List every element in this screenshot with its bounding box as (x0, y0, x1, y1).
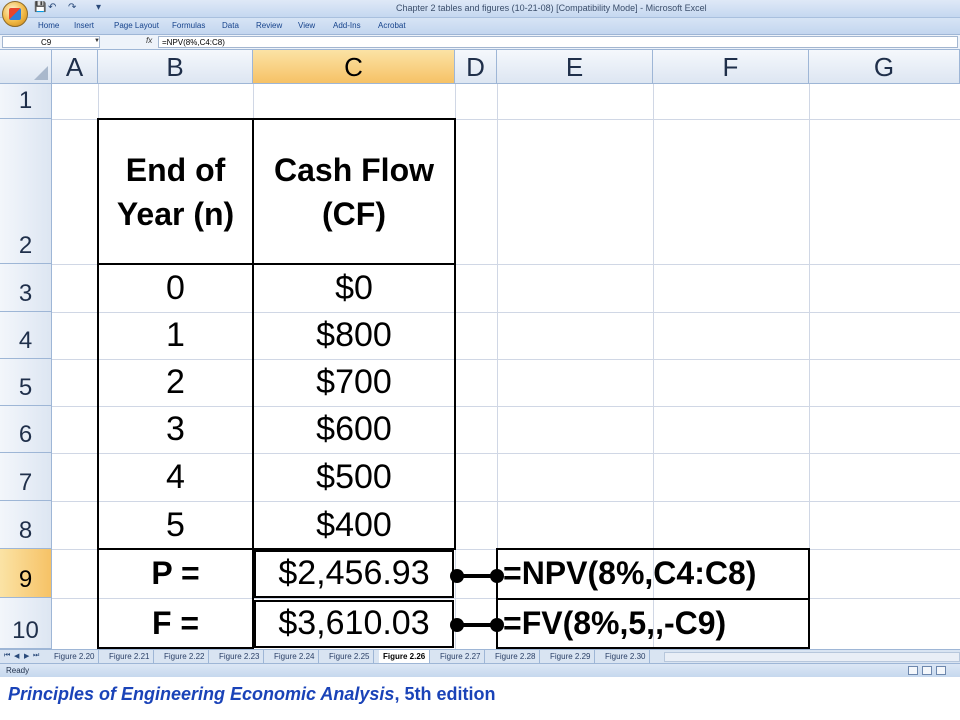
sheet-tab[interactable]: Figure 2.28 (491, 650, 541, 663)
cash-flow-cell[interactable]: $0 (253, 264, 455, 312)
row-header-1[interactable]: 1 (0, 84, 52, 119)
row-header-7[interactable]: 7 (0, 453, 52, 501)
office-button[interactable] (2, 1, 28, 27)
header-cf-line1: Cash Flow (273, 151, 434, 188)
row-header-4[interactable]: 4 (0, 312, 52, 359)
window-title: Chapter 2 tables and figures (10-21-08) … (396, 3, 707, 13)
row-header-5[interactable]: 5 (0, 359, 52, 406)
year-cell[interactable]: 0 (98, 264, 253, 312)
cash-flow-cell[interactable]: $500 (253, 453, 455, 501)
tab-acrobat[interactable]: Acrobat (378, 21, 406, 30)
tab-home[interactable]: Home (38, 21, 59, 30)
office-logo-icon (9, 8, 21, 20)
tab-review[interactable]: Review (256, 21, 282, 30)
year-cell[interactable]: 2 (98, 359, 253, 406)
sheet-tab[interactable]: Figure 2.22 (160, 650, 210, 663)
tab-page-layout[interactable]: Page Layout (114, 21, 159, 30)
undo-icon[interactable]: ↶ (48, 2, 56, 13)
worksheet-grid[interactable]: A B C D E F G 1 2 3 4 5 6 7 8 9 10 End o… (0, 50, 960, 649)
status-bar: Ready (0, 663, 960, 677)
column-header-g[interactable]: G (809, 50, 960, 84)
year-cell[interactable]: 5 (98, 501, 253, 549)
f-label: F = (151, 605, 200, 641)
last-sheet-icon[interactable]: ⏭ (33, 652, 39, 660)
page-break-view-icon[interactable] (936, 666, 946, 675)
tab-insert[interactable]: Insert (74, 21, 94, 30)
cash-flow-cell[interactable]: $400 (253, 501, 455, 549)
tab-add-ins[interactable]: Add-Ins (333, 21, 361, 30)
cash-flow-cell[interactable]: $800 (253, 312, 455, 359)
header-year-line1: End of (125, 151, 226, 188)
sheet-tab[interactable]: Figure 2.21 (105, 650, 155, 663)
sheet-tab[interactable]: Figure 2.20 (50, 650, 100, 663)
cash-flow-cell[interactable]: $700 (253, 359, 455, 406)
chevron-down-icon[interactable]: ▼ (94, 38, 100, 44)
connector-dot (490, 569, 504, 583)
row-header-6[interactable]: 6 (0, 406, 52, 453)
row-header-9[interactable]: 9 (0, 549, 52, 598)
select-all-button[interactable] (0, 50, 52, 84)
row-header-10[interactable]: 10 (0, 598, 52, 649)
insert-function-icon[interactable]: fx (146, 36, 152, 45)
formula-input[interactable]: =NPV(8%,C4:C8) (158, 36, 958, 48)
sheet-tab[interactable]: Figure 2.30 (601, 650, 651, 663)
horizontal-scrollbar[interactable] (664, 652, 960, 662)
year-cell[interactable]: 3 (98, 406, 253, 453)
tab-view[interactable]: View (298, 21, 315, 30)
column-header-d[interactable]: D (455, 50, 497, 84)
connector-dot (490, 618, 504, 632)
sheet-tab[interactable]: Figure 2.23 (215, 650, 265, 663)
row-header-3[interactable]: 3 (0, 264, 52, 312)
column-header-c[interactable]: C (253, 50, 455, 84)
normal-view-icon[interactable] (908, 666, 918, 675)
next-sheet-icon[interactable]: ▶ (24, 652, 29, 660)
title-bar: 💾 ↶ ↷ ▾ Chapter 2 tables and figures (10… (0, 0, 960, 27)
edition-text: , 5th edition (394, 684, 496, 704)
p-label: P = (151, 555, 200, 591)
row-header-2[interactable]: 2 (0, 119, 52, 264)
ribbon-tabs: Home Insert Page Layout Formulas Data Re… (0, 18, 960, 35)
page-layout-view-icon[interactable] (922, 666, 932, 675)
name-box[interactable]: C9 (2, 36, 100, 48)
tab-formulas[interactable]: Formulas (172, 21, 205, 30)
header-cash-flow: Cash Flow (CF) (253, 119, 455, 264)
slide-caption: Principles of Engineering Economic Analy… (8, 684, 495, 705)
column-header-b[interactable]: B (98, 50, 253, 84)
column-header-a[interactable]: A (52, 50, 98, 84)
formula-bar: C9 ▼ fx =NPV(8%,C4:C8) (0, 35, 960, 50)
npv-formula-text: =NPV(8%,C4:C8) (503, 555, 757, 591)
sheet-tab[interactable]: Figure 2.24 (270, 650, 320, 663)
year-cell[interactable]: 1 (98, 312, 253, 359)
sheet-tab[interactable]: Figure 2.25 (325, 650, 375, 663)
sheet-tab-active[interactable]: Figure 2.26 (379, 650, 431, 663)
customize-qat-icon[interactable]: ▾ (96, 2, 101, 13)
future-worth-value[interactable]: $3,610.03 (253, 598, 455, 649)
column-header-e[interactable]: E (497, 50, 653, 84)
column-header-f[interactable]: F (653, 50, 809, 84)
row-header-8[interactable]: 8 (0, 501, 52, 549)
sheet-tab[interactable]: Figure 2.29 (546, 650, 596, 663)
fv-formula-text: =FV(8%,5,,-C9) (503, 605, 727, 641)
sheet-tabs-bar: ⏮ ◀ ▶ ⏭ Figure 2.20 Figure 2.21 Figure 2… (0, 649, 960, 663)
header-end-of-year: End of Year (n) (98, 119, 253, 264)
cash-flow-cell[interactable]: $600 (253, 406, 455, 453)
year-cell[interactable]: 4 (98, 453, 253, 501)
sheet-tab[interactable]: Figure 2.27 (436, 650, 486, 663)
tab-data[interactable]: Data (222, 21, 239, 30)
status-text: Ready (6, 666, 30, 675)
save-icon[interactable]: 💾 (34, 2, 46, 13)
present-worth-value[interactable]: $2,456.93 (253, 549, 455, 598)
first-sheet-icon[interactable]: ⏮ (4, 652, 10, 660)
book-title: Principles of Engineering Economic Analy… (8, 684, 395, 704)
redo-icon[interactable]: ↷ (68, 2, 76, 13)
header-year-line2: Year (n) (116, 195, 235, 232)
header-cf-line2: (CF) (322, 195, 386, 232)
prev-sheet-icon[interactable]: ◀ (14, 652, 19, 660)
